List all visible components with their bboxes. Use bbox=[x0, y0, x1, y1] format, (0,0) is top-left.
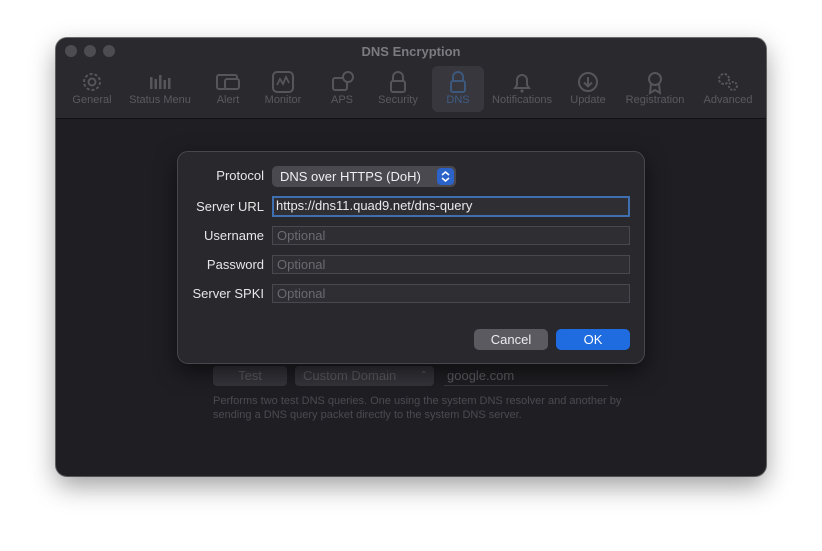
test-description: Performs two test DNS queries. One using… bbox=[213, 395, 622, 421]
ok-button[interactable]: OK bbox=[556, 329, 630, 350]
chevron-updown-icon: ⌃ bbox=[419, 370, 428, 381]
protocol-value: DNS over HTTPS (DoH) bbox=[280, 169, 421, 184]
status-menu-icon bbox=[150, 75, 171, 89]
username-label: Username bbox=[204, 228, 264, 243]
window-title: DNS Encryption bbox=[361, 44, 461, 59]
server-url-field[interactable]: https://dns11.quad9.net/dns-query bbox=[272, 196, 630, 217]
tab-status-menu[interactable]: Status Menu bbox=[124, 66, 196, 112]
alert-icon bbox=[216, 74, 240, 90]
server-spki-label: Server SPKI bbox=[192, 286, 264, 301]
tab-monitor[interactable]: Monitor bbox=[256, 66, 310, 112]
dns-server-sheet: Protocol DNS over HTTPS (DoH) Server URL… bbox=[177, 151, 645, 364]
server-spki-field[interactable]: Optional bbox=[272, 284, 630, 303]
toolbar: DNS Encryption General Status Menu Alert… bbox=[56, 38, 766, 119]
gears-icon bbox=[718, 73, 738, 91]
domain-type-value: Custom Domain bbox=[303, 368, 397, 383]
tab-general[interactable]: General bbox=[68, 66, 116, 112]
test-button[interactable]: Test bbox=[213, 366, 287, 386]
tab-registration[interactable]: Registration bbox=[620, 66, 690, 112]
domain-type-select[interactable]: Custom Domain ⌃ bbox=[295, 366, 434, 386]
cancel-button[interactable]: Cancel bbox=[474, 329, 548, 350]
tab-dns[interactable]: DNS bbox=[432, 66, 484, 112]
dns-lock-icon bbox=[450, 71, 466, 93]
bell-icon bbox=[513, 74, 531, 93]
password-label: Password bbox=[206, 257, 264, 272]
tab-aps[interactable]: APS bbox=[320, 66, 364, 112]
server-url-label: Server URL bbox=[196, 199, 264, 214]
download-icon bbox=[578, 72, 598, 92]
monitor-icon bbox=[272, 71, 294, 93]
tab-alert[interactable]: Alert bbox=[206, 66, 250, 112]
protocol-select[interactable]: DNS over HTTPS (DoH) bbox=[272, 166, 456, 187]
chevron-updown-icon bbox=[437, 168, 454, 185]
tab-advanced[interactable]: Advanced bbox=[698, 66, 758, 112]
username-field[interactable]: Optional bbox=[272, 226, 630, 245]
test-domain-field[interactable]: google.com bbox=[444, 366, 608, 386]
protocol-label: Protocol bbox=[216, 168, 264, 183]
aps-icon bbox=[332, 71, 354, 91]
password-field[interactable]: Optional bbox=[272, 255, 630, 274]
tab-update[interactable]: Update bbox=[564, 66, 612, 112]
ribbon-icon bbox=[648, 72, 662, 95]
tab-notifications[interactable]: Notifications bbox=[486, 66, 558, 112]
gear-icon bbox=[83, 73, 101, 91]
lock-icon bbox=[390, 71, 406, 93]
tab-security[interactable]: Security bbox=[372, 66, 424, 112]
